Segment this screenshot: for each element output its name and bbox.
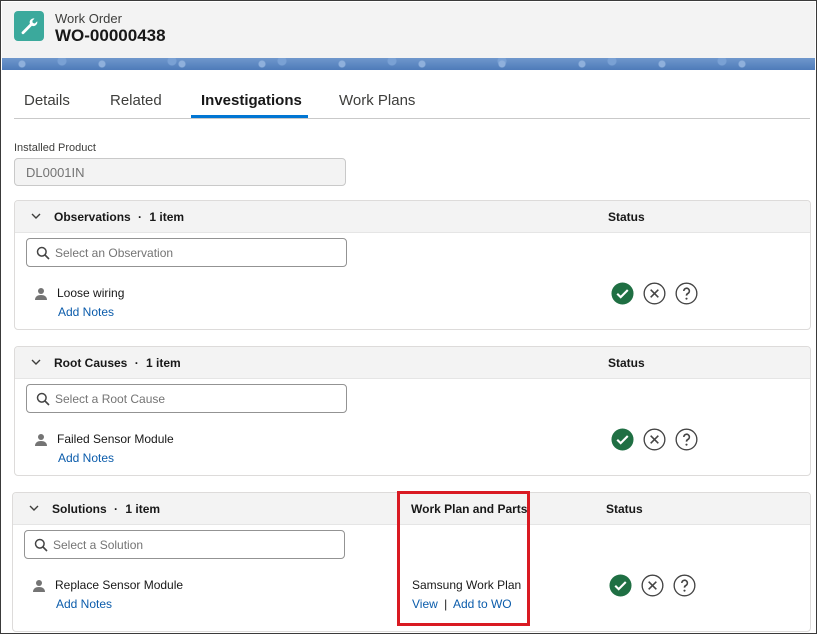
solution-search-input[interactable] [53, 535, 338, 555]
add-notes-link[interactable]: Add Notes [56, 597, 112, 611]
installed-product-field: DL0001IN [14, 158, 346, 186]
work-plan-name: Samsung Work Plan [412, 578, 522, 592]
installed-product-label: Installed Product [14, 142, 96, 154]
solutions-header: Solutions · 1 item Work Plan and Parts S… [13, 493, 810, 525]
add-notes-link[interactable]: Add Notes [58, 451, 114, 465]
chevron-down-icon[interactable] [29, 503, 39, 513]
status-column-header: Status [606, 502, 643, 516]
question-circle-icon[interactable] [675, 428, 698, 451]
search-icon [36, 246, 50, 260]
chevron-down-icon[interactable] [31, 357, 41, 367]
user-icon [35, 434, 47, 446]
work-plan-actions: View | Add to WO [412, 597, 512, 611]
root-cause-name: Failed Sensor Module [57, 432, 174, 446]
user-icon [33, 580, 45, 592]
tab-related[interactable]: Related [110, 92, 162, 109]
app-frame: Work Order WO-00000438 Details Related I… [0, 0, 817, 634]
check-circle-icon[interactable] [609, 574, 632, 597]
observations-section: Observations · 1 item Status Loose wirin… [14, 200, 811, 330]
tab-investigations[interactable]: Investigations [201, 92, 302, 109]
observation-search[interactable] [26, 238, 347, 267]
root-causes-section: Root Causes · 1 item Status Failed Senso… [14, 346, 811, 476]
close-circle-icon[interactable] [643, 428, 666, 451]
record-object-type: Work Order [55, 11, 122, 26]
chevron-down-icon[interactable] [31, 211, 41, 221]
close-circle-icon[interactable] [641, 574, 664, 597]
add-notes-link[interactable]: Add Notes [58, 305, 114, 319]
wrench-icon [14, 11, 44, 41]
observation-status-actions [611, 282, 698, 305]
search-icon [34, 538, 48, 552]
question-circle-icon[interactable] [675, 282, 698, 305]
record-header: Work Order WO-00000438 [2, 2, 815, 58]
observation-search-input[interactable] [55, 243, 340, 263]
observation-name: Loose wiring [57, 286, 125, 300]
observations-title: Observations · 1 item [54, 210, 185, 224]
tab-work-plans[interactable]: Work Plans [339, 92, 415, 109]
root-causes-header: Root Causes · 1 item Status [15, 347, 810, 379]
solution-search[interactable] [24, 530, 345, 559]
status-column-header: Status [608, 356, 645, 370]
user-icon [35, 288, 47, 300]
record-title: WO-00000438 [55, 26, 166, 45]
check-circle-icon[interactable] [611, 428, 634, 451]
search-icon [36, 392, 50, 406]
work-plan-column-header: Work Plan and Parts [411, 502, 528, 516]
decorative-banner [2, 58, 815, 70]
solutions-title: Solutions · 1 item [52, 502, 161, 516]
root-cause-search[interactable] [26, 384, 347, 413]
solutions-section: Solutions · 1 item Work Plan and Parts S… [12, 492, 811, 632]
tab-bar: Details Related Investigations Work Plan… [14, 85, 810, 119]
add-to-wo-link[interactable]: Add to WO [453, 597, 512, 611]
solution-status-actions [609, 574, 696, 597]
tab-details[interactable]: Details [24, 92, 70, 109]
observations-header: Observations · 1 item Status [15, 201, 810, 233]
question-circle-icon[interactable] [673, 574, 696, 597]
status-column-header: Status [608, 210, 645, 224]
solution-name: Replace Sensor Module [55, 578, 184, 592]
active-tab-indicator [191, 115, 308, 118]
view-work-plan-link[interactable]: View [412, 597, 438, 611]
root-cause-search-input[interactable] [55, 389, 340, 409]
root-cause-status-actions [611, 428, 698, 451]
check-circle-icon[interactable] [611, 282, 634, 305]
root-causes-title: Root Causes · 1 item [54, 356, 181, 370]
close-circle-icon[interactable] [643, 282, 666, 305]
